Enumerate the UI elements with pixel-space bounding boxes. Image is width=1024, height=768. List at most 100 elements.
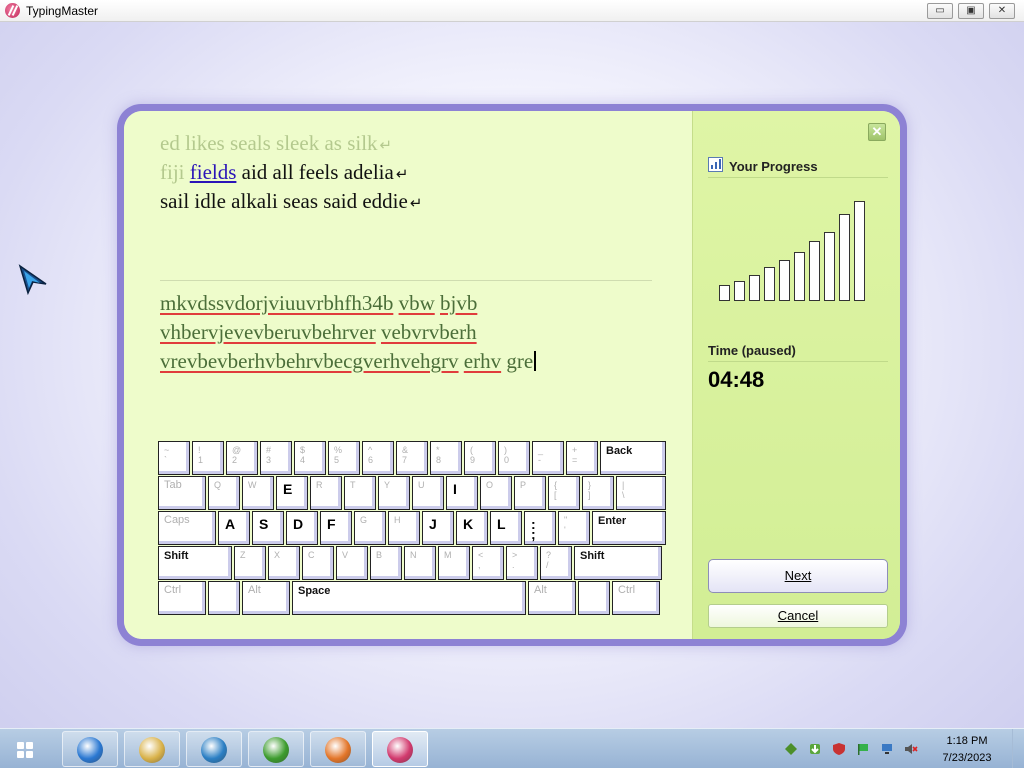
lesson-current-word: fields xyxy=(189,160,237,184)
key-label: Y xyxy=(384,480,391,490)
progress-bar xyxy=(794,252,805,301)
firefox-taskbar-button[interactable] xyxy=(310,731,366,767)
side-panel: ✕ Your Progress Time (paused) 04:48 Next… xyxy=(692,111,900,639)
key-symbol: _ - xyxy=(532,441,564,475)
key-alt: Alt xyxy=(242,581,290,615)
key-label: ^ 6 xyxy=(368,445,374,465)
key-blank xyxy=(578,581,610,615)
internet-explorer-taskbar-button[interactable] xyxy=(62,731,118,767)
show-desktop-button[interactable] xyxy=(1012,729,1024,768)
lesson-remaining-text: sail idle alkali seas said eddie xyxy=(160,189,408,213)
windows-logo-icon xyxy=(17,751,24,758)
key-t: T xyxy=(344,476,376,510)
return-icon: ↵ xyxy=(379,136,393,154)
key-label: C xyxy=(308,550,315,560)
key-0: ) 0 xyxy=(498,441,530,475)
progress-bar xyxy=(824,232,835,301)
shield-icon[interactable] xyxy=(832,742,846,756)
key-symbol: { [ xyxy=(548,476,580,510)
key-r: R xyxy=(310,476,342,510)
clock-time[interactable]: 1:18 PM xyxy=(936,735,998,747)
key-enter: Enter xyxy=(592,511,666,545)
key-symbol: " ' xyxy=(558,511,590,545)
file-explorer-icon xyxy=(139,737,165,763)
typingmaster-icon xyxy=(387,737,413,763)
start-button[interactable] xyxy=(8,735,44,763)
typed-line-2: vhbervjevevberuvbehrver vebvrvberh xyxy=(160,320,477,345)
media-player-taskbar-button[interactable] xyxy=(186,731,242,767)
windows-logo-icon xyxy=(26,751,33,758)
close-lesson-button[interactable]: ✕ xyxy=(868,123,886,141)
key-label: O xyxy=(486,480,494,490)
key-back: Back xyxy=(600,441,666,475)
key-a: A xyxy=(218,511,250,545)
minimize-button[interactable]: ▭ xyxy=(927,3,953,19)
return-icon: ↵ xyxy=(395,165,409,183)
key-symbol: + = xyxy=(566,441,598,475)
key-d: D xyxy=(286,511,318,545)
maximize-button[interactable]: ▣ xyxy=(958,3,984,19)
close-window-button[interactable]: ✕ xyxy=(989,3,1015,19)
key-label: Alt xyxy=(248,584,261,596)
key-v: V xyxy=(336,546,368,580)
key-label: J xyxy=(429,516,437,532)
typed-line-3: vrevbevberhvbehrvbecgverhvehgrv erhv gre xyxy=(160,349,537,374)
key-label: ( 9 xyxy=(470,445,476,465)
next-button[interactable]: Next xyxy=(708,559,888,593)
progress-bar xyxy=(839,214,850,301)
key-symbol: < , xyxy=(472,546,504,580)
on-screen-keyboard: ~ ` ! 1 @ 2 # 3 $ 4 % 5 ^ 6 & 7 * 8 ( 9) 0 _ - + = B… xyxy=(158,441,666,617)
text-cursor xyxy=(534,351,537,371)
key-label: Back xyxy=(606,445,633,457)
key-label: Ctrl xyxy=(618,584,636,596)
key-m: M xyxy=(438,546,470,580)
typing-area[interactable]: ed likes seals sleek as silk ↵ fiji field… xyxy=(124,111,692,639)
key-w: W xyxy=(242,476,274,510)
key-label: I xyxy=(453,481,457,497)
network-sync-icon[interactable] xyxy=(784,742,798,756)
key-s: S xyxy=(252,511,284,545)
key-label: ~ ` xyxy=(164,445,170,465)
key-label: Z xyxy=(240,550,246,560)
key-3: # 3 xyxy=(260,441,292,475)
key-label: D xyxy=(293,516,304,532)
key-label: Ctrl xyxy=(164,584,182,596)
divider xyxy=(708,177,888,178)
file-explorer-taskbar-button[interactable] xyxy=(124,731,180,767)
key-label: F xyxy=(327,516,336,532)
key-label: * 8 xyxy=(436,445,442,465)
key-q: Q xyxy=(208,476,240,510)
key-label: _ - xyxy=(538,445,544,465)
typed-word: vbw xyxy=(398,291,435,315)
key-e: E xyxy=(276,476,308,510)
typingmaster-taskbar-button[interactable] xyxy=(372,731,428,767)
key-label: B xyxy=(376,550,383,560)
key-shift: Shift xyxy=(158,546,232,580)
key-label: P xyxy=(520,480,527,490)
key-label: R xyxy=(316,480,323,490)
divider xyxy=(160,280,652,281)
typed-word: bjvb xyxy=(440,291,478,315)
network-icon[interactable] xyxy=(880,742,894,756)
action-center-flag-icon[interactable] xyxy=(856,742,870,756)
clock-date[interactable]: 7/23/2023 xyxy=(936,752,998,764)
torrent-icon[interactable] xyxy=(808,742,822,756)
key-label: N xyxy=(410,550,417,560)
key-symbol: ~ ` xyxy=(158,441,190,475)
key-l: L xyxy=(490,511,522,545)
key-caps: Caps xyxy=(158,511,216,545)
key-label: Q xyxy=(214,480,222,490)
key-tab: Tab xyxy=(158,476,206,510)
windows-logo-icon xyxy=(26,742,33,749)
key-2: @ 2 xyxy=(226,441,258,475)
key-4: $ 4 xyxy=(294,441,326,475)
download-manager-taskbar-button[interactable] xyxy=(248,731,304,767)
bar-chart-icon xyxy=(708,157,723,172)
key-ctrl: Ctrl xyxy=(158,581,206,615)
volume-muted-icon[interactable] xyxy=(904,742,918,756)
cancel-button[interactable]: Cancel xyxy=(708,604,888,628)
lesson-remaining-text: aid all feels adelia xyxy=(241,160,394,184)
key-label: M xyxy=(444,550,452,560)
key-o: O xyxy=(480,476,512,510)
key-label: | \ xyxy=(622,480,625,500)
